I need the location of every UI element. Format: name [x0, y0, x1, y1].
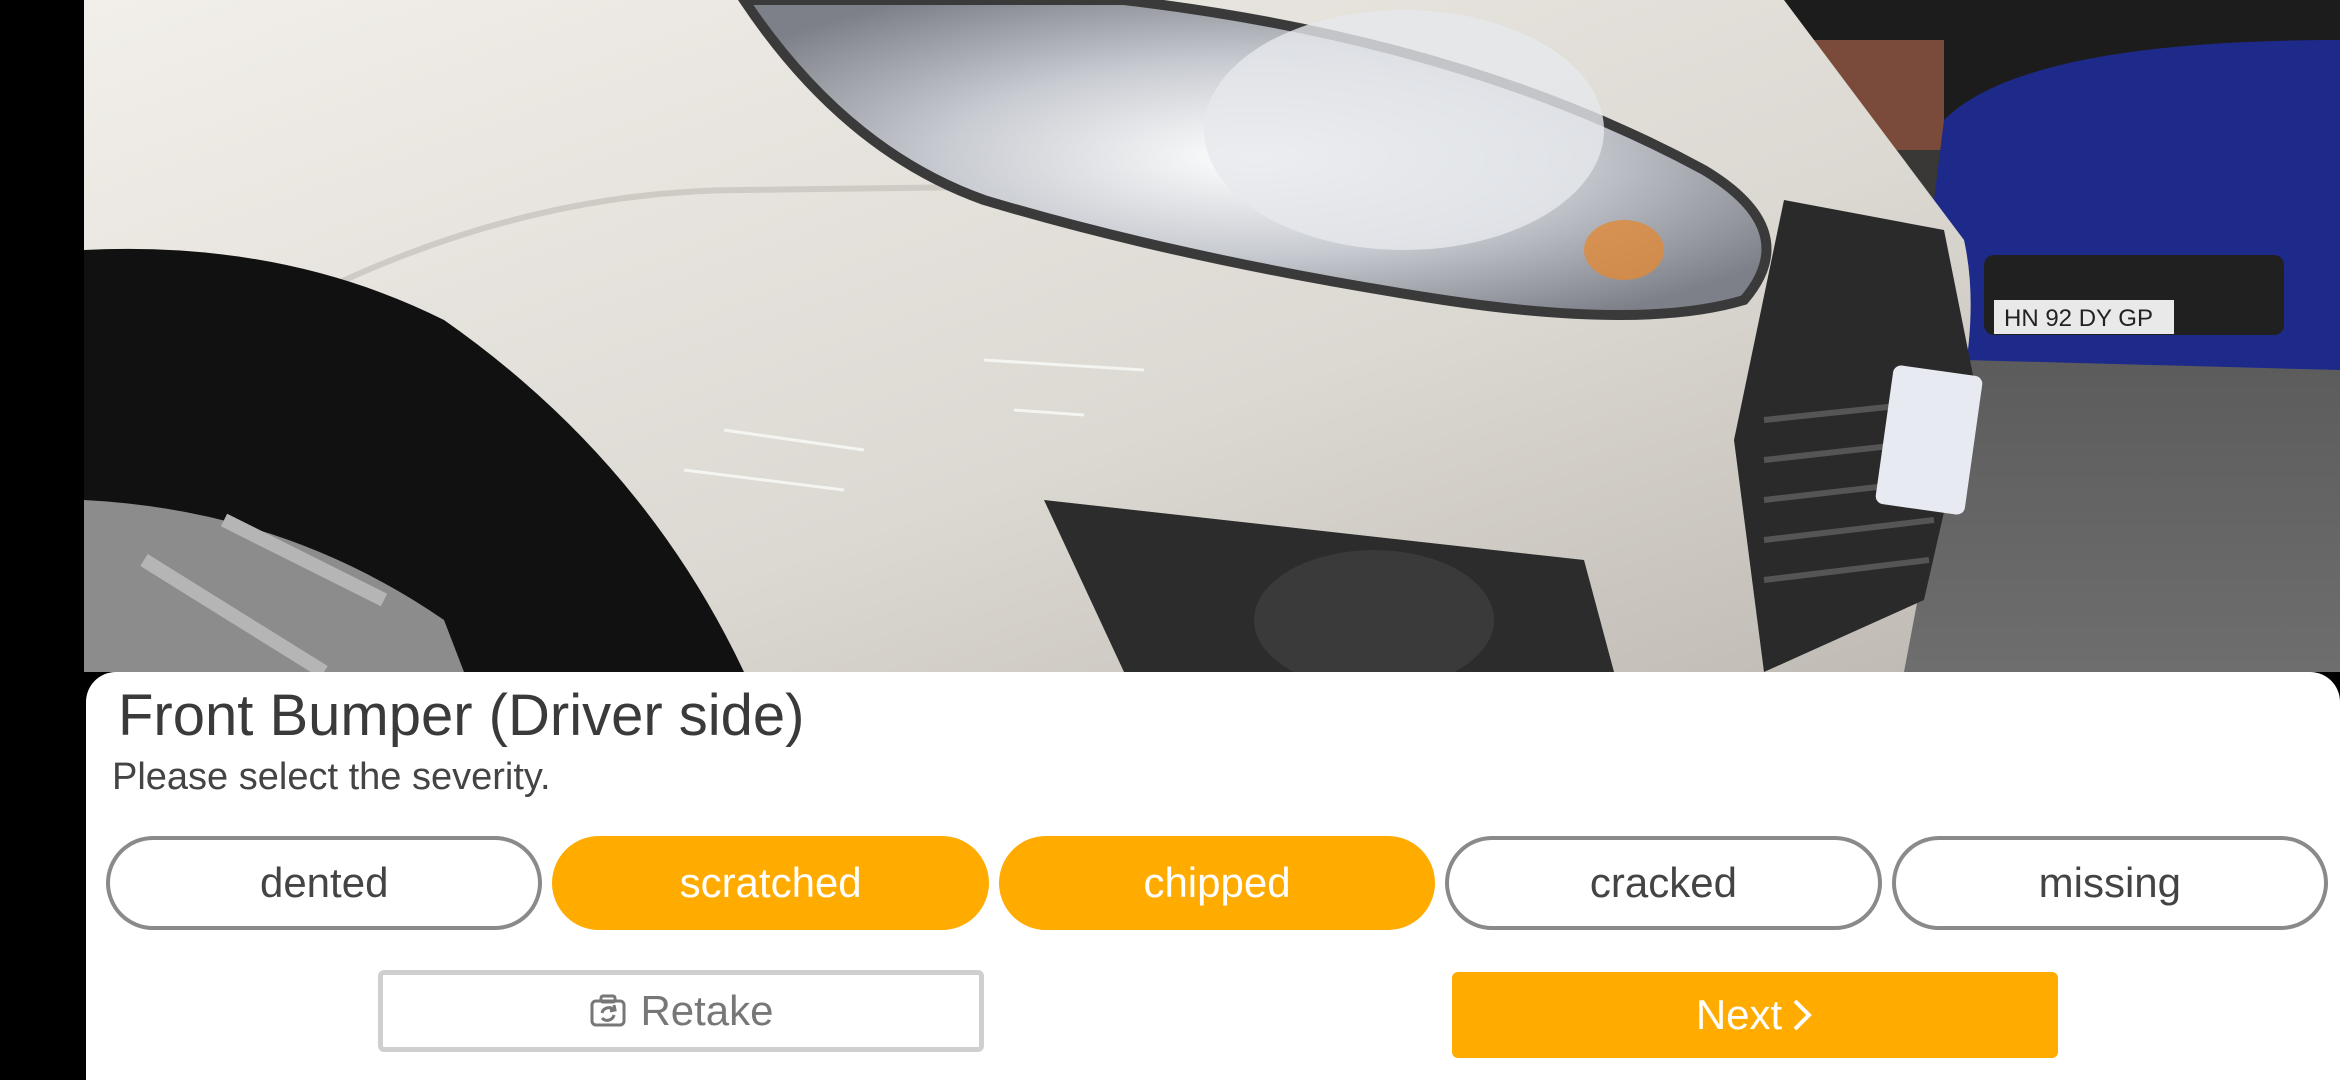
severity-chip-scratched[interactable]: scratched	[552, 836, 989, 930]
severity-chip-dented[interactable]: dented	[106, 836, 543, 930]
severity-chip-missing[interactable]: missing	[1891, 836, 2329, 930]
page-title: Front Bumper (Driver side)	[118, 683, 805, 748]
next-button[interactable]: Next	[1452, 972, 2058, 1058]
next-label: Next	[1695, 991, 1783, 1038]
damage-photo: HN 92 DY GP	[84, 0, 2340, 672]
chevron-right-icon	[1790, 995, 1814, 1035]
svg-text:HN 92 DY GP: HN 92 DY GP	[2004, 305, 2153, 332]
severity-panel: Front Bumper (Driver side) Please select…	[86, 672, 2340, 1080]
car-photo-illustration: HN 92 DY GP	[84, 0, 2340, 672]
retake-button[interactable]: Retake	[378, 970, 984, 1052]
instruction-text: Please select the severity.	[112, 756, 551, 798]
severity-chip-cracked[interactable]: cracked	[1445, 836, 1882, 930]
retake-label: Retake	[640, 987, 774, 1034]
severity-options: dented scratched chipped cracked missing	[106, 836, 2329, 936]
severity-chip-chipped[interactable]: chipped	[998, 836, 1436, 930]
camera-rotate-icon	[588, 991, 628, 1031]
